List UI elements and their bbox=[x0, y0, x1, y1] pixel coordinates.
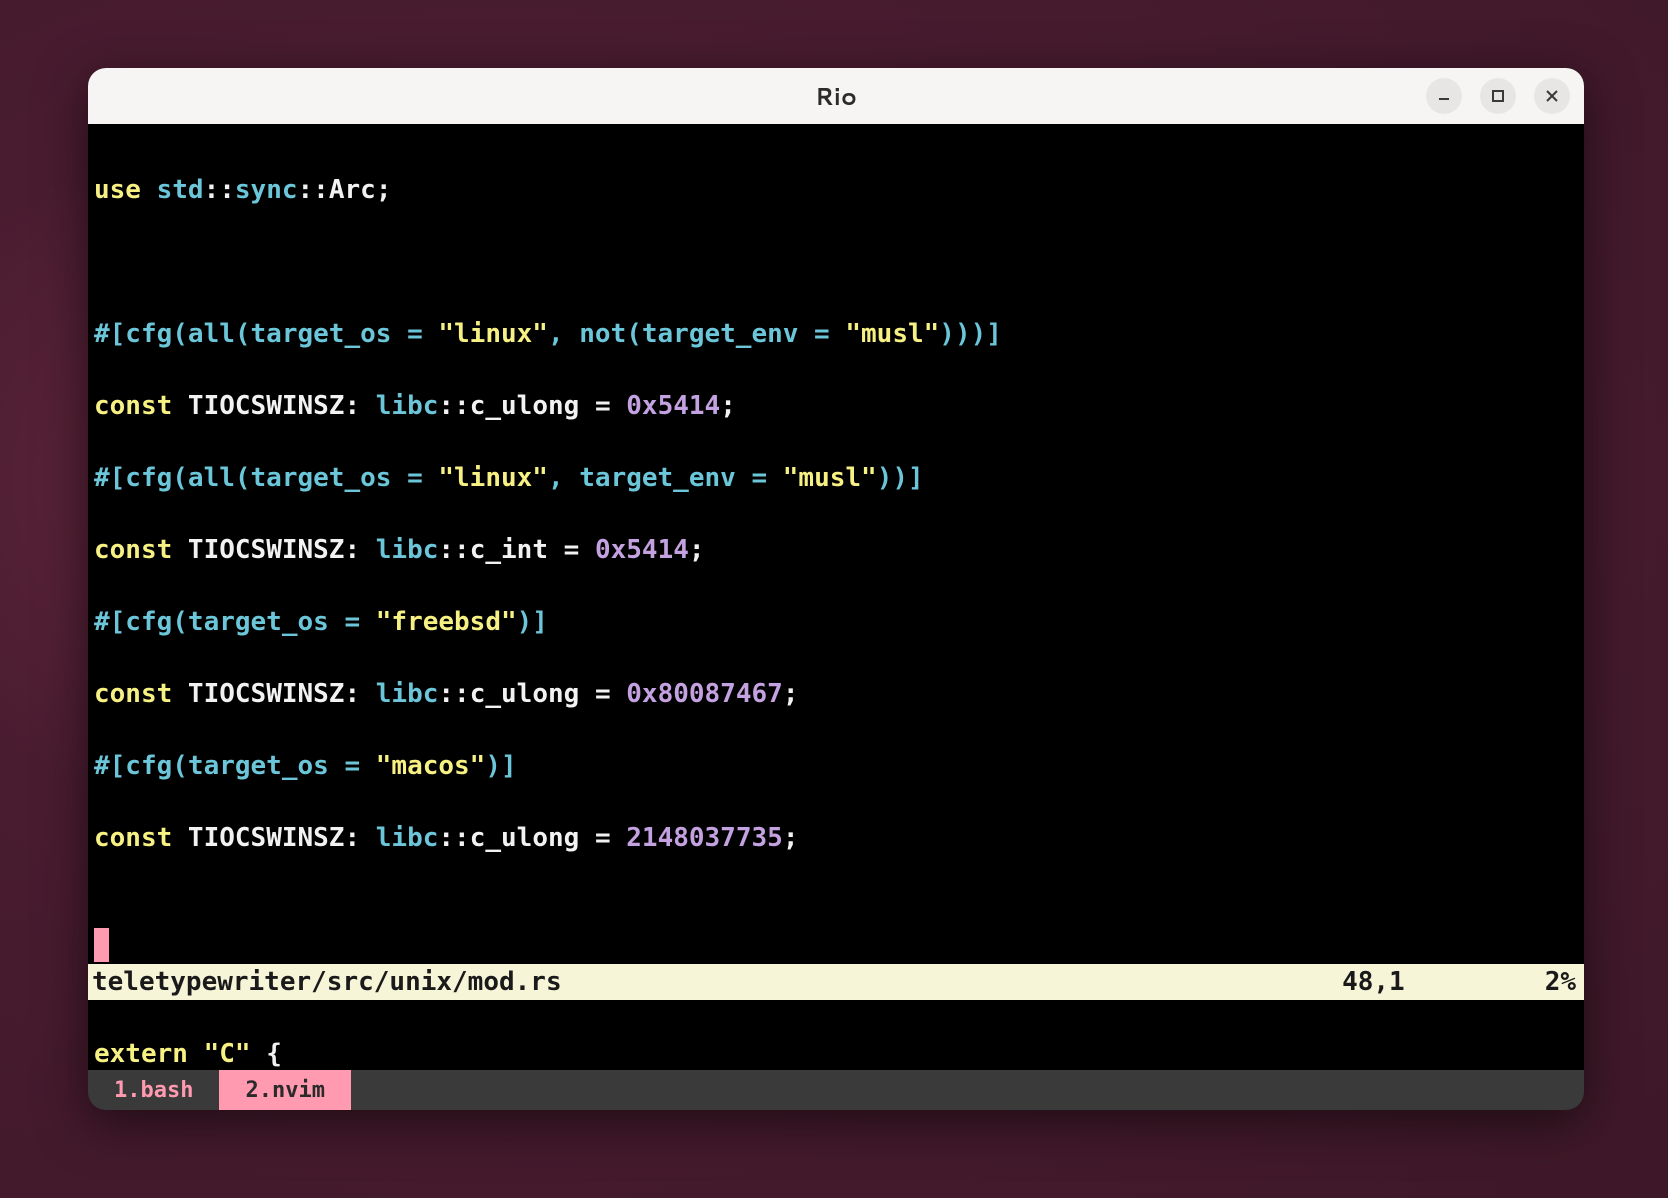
code-token: = bbox=[548, 535, 595, 565]
editor-content: use std::sync::Arc; #[cfg(all(target_os … bbox=[88, 136, 1584, 1070]
code-token: libc bbox=[376, 679, 439, 709]
code-token: ; bbox=[689, 535, 705, 565]
code-token: extern bbox=[94, 1039, 204, 1069]
code-token: , target_env = bbox=[548, 463, 783, 493]
code-token: "linux" bbox=[438, 463, 548, 493]
code-token: use bbox=[94, 175, 157, 205]
code-token: c_ulong bbox=[470, 679, 580, 709]
titlebar[interactable]: Rio bbox=[88, 68, 1584, 124]
terminal-tabbar: 1.bash 2.nvim bbox=[88, 1070, 1584, 1110]
code-token: 0x5414 bbox=[626, 391, 720, 421]
code-token: const bbox=[94, 823, 188, 853]
code-token: c_ulong bbox=[470, 391, 580, 421]
code-token: TIOCSWINSZ bbox=[188, 391, 345, 421]
window-title: Rio bbox=[88, 79, 1584, 113]
tab-nvim[interactable]: 2.nvim bbox=[219, 1070, 350, 1110]
code-token: const bbox=[94, 679, 188, 709]
code-token: c_ulong bbox=[470, 823, 580, 853]
code-token: 0x5414 bbox=[595, 535, 689, 565]
code-token: 0x80087467 bbox=[626, 679, 783, 709]
code-token: libc bbox=[376, 391, 439, 421]
code-token: :: bbox=[438, 391, 469, 421]
code-token: = bbox=[579, 823, 626, 853]
code-token: : bbox=[344, 535, 375, 565]
code-token: )] bbox=[517, 607, 548, 637]
code-token: TIOCSWINSZ bbox=[188, 679, 345, 709]
code-token: c_int bbox=[470, 535, 548, 565]
close-icon bbox=[1544, 88, 1560, 104]
code-token: std bbox=[157, 175, 204, 205]
window-controls bbox=[1426, 78, 1570, 114]
code-token: ; bbox=[376, 175, 392, 205]
app-window: Rio use std::sync::Arc; #[cfg(all(target… bbox=[88, 68, 1584, 1110]
status-percent: 2% bbox=[1545, 964, 1576, 1000]
code-token: ))] bbox=[877, 463, 924, 493]
code-token: #[cfg(all(target_os = bbox=[94, 319, 438, 349]
code-token: "freebsd" bbox=[376, 607, 517, 637]
code-token: libc bbox=[376, 823, 439, 853]
code-token: : bbox=[344, 391, 375, 421]
terminal-viewport[interactable]: use std::sync::Arc; #[cfg(all(target_os … bbox=[88, 124, 1584, 1070]
close-button[interactable] bbox=[1534, 78, 1570, 114]
code-token: #[cfg(target_os = bbox=[94, 607, 376, 637]
code-token: :: bbox=[204, 175, 235, 205]
vim-statusline: teletypewriter/src/unix/mod.rs 48,1 2% bbox=[88, 964, 1584, 1000]
minimize-button[interactable] bbox=[1426, 78, 1462, 114]
tab-bash[interactable]: 1.bash bbox=[88, 1070, 219, 1110]
code-token: )))] bbox=[939, 319, 1002, 349]
status-file: teletypewriter/src/unix/mod.rs bbox=[92, 964, 562, 1000]
code-token: = bbox=[579, 391, 626, 421]
code-token: : bbox=[344, 823, 375, 853]
maximize-icon bbox=[1490, 88, 1506, 104]
code-blank bbox=[94, 244, 1584, 280]
code-token: TIOCSWINSZ bbox=[188, 823, 345, 853]
code-token: "musl" bbox=[845, 319, 939, 349]
code-token: ; bbox=[783, 679, 799, 709]
code-blank bbox=[94, 892, 1584, 928]
code-token: "linux" bbox=[438, 319, 548, 349]
code-token: :: bbox=[438, 679, 469, 709]
code-token: ; bbox=[783, 823, 799, 853]
code-token: :: bbox=[438, 535, 469, 565]
code-token: "macos" bbox=[376, 751, 486, 781]
cursor bbox=[94, 928, 109, 962]
code-token: )] bbox=[485, 751, 516, 781]
status-position: 48,1 bbox=[1342, 964, 1405, 1000]
code-token: #[cfg(all(target_os = bbox=[94, 463, 438, 493]
code-token: :: bbox=[298, 175, 329, 205]
code-token: TIOCSWINSZ bbox=[188, 535, 345, 565]
code-token: { bbox=[251, 1039, 282, 1069]
code-token: libc bbox=[376, 535, 439, 565]
code-token: "musl" bbox=[783, 463, 877, 493]
code-token: "C" bbox=[204, 1039, 251, 1069]
code-token: Arc bbox=[329, 175, 376, 205]
minimize-icon bbox=[1436, 88, 1452, 104]
code-token: const bbox=[94, 535, 188, 565]
code-token: :: bbox=[438, 823, 469, 853]
code-token: 2148037735 bbox=[626, 823, 783, 853]
code-token: sync bbox=[235, 175, 298, 205]
code-token: const bbox=[94, 391, 188, 421]
code-token: #[cfg(target_os = bbox=[94, 751, 376, 781]
code-token: ; bbox=[720, 391, 736, 421]
code-token: , not(target_env = bbox=[548, 319, 845, 349]
code-token: : bbox=[344, 679, 375, 709]
maximize-button[interactable] bbox=[1480, 78, 1516, 114]
code-token: = bbox=[579, 679, 626, 709]
